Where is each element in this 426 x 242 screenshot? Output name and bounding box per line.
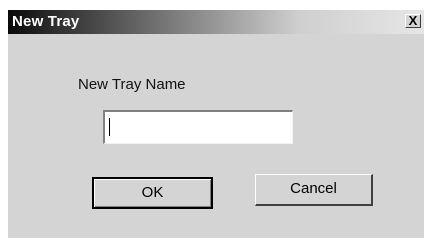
close-button[interactable]: X <box>405 14 421 28</box>
cancel-button[interactable]: Cancel <box>255 174 373 206</box>
dialog-title: New Tray <box>12 13 80 30</box>
ok-button[interactable]: OK <box>92 177 213 209</box>
tray-name-input[interactable] <box>103 110 293 144</box>
close-icon: X <box>408 13 418 28</box>
title-bar[interactable]: New Tray X <box>8 10 424 34</box>
new-tray-dialog: New Tray X New Tray Name OK Cancel <box>8 10 424 238</box>
text-caret <box>109 118 110 136</box>
tray-name-label: New Tray Name <box>78 76 186 93</box>
